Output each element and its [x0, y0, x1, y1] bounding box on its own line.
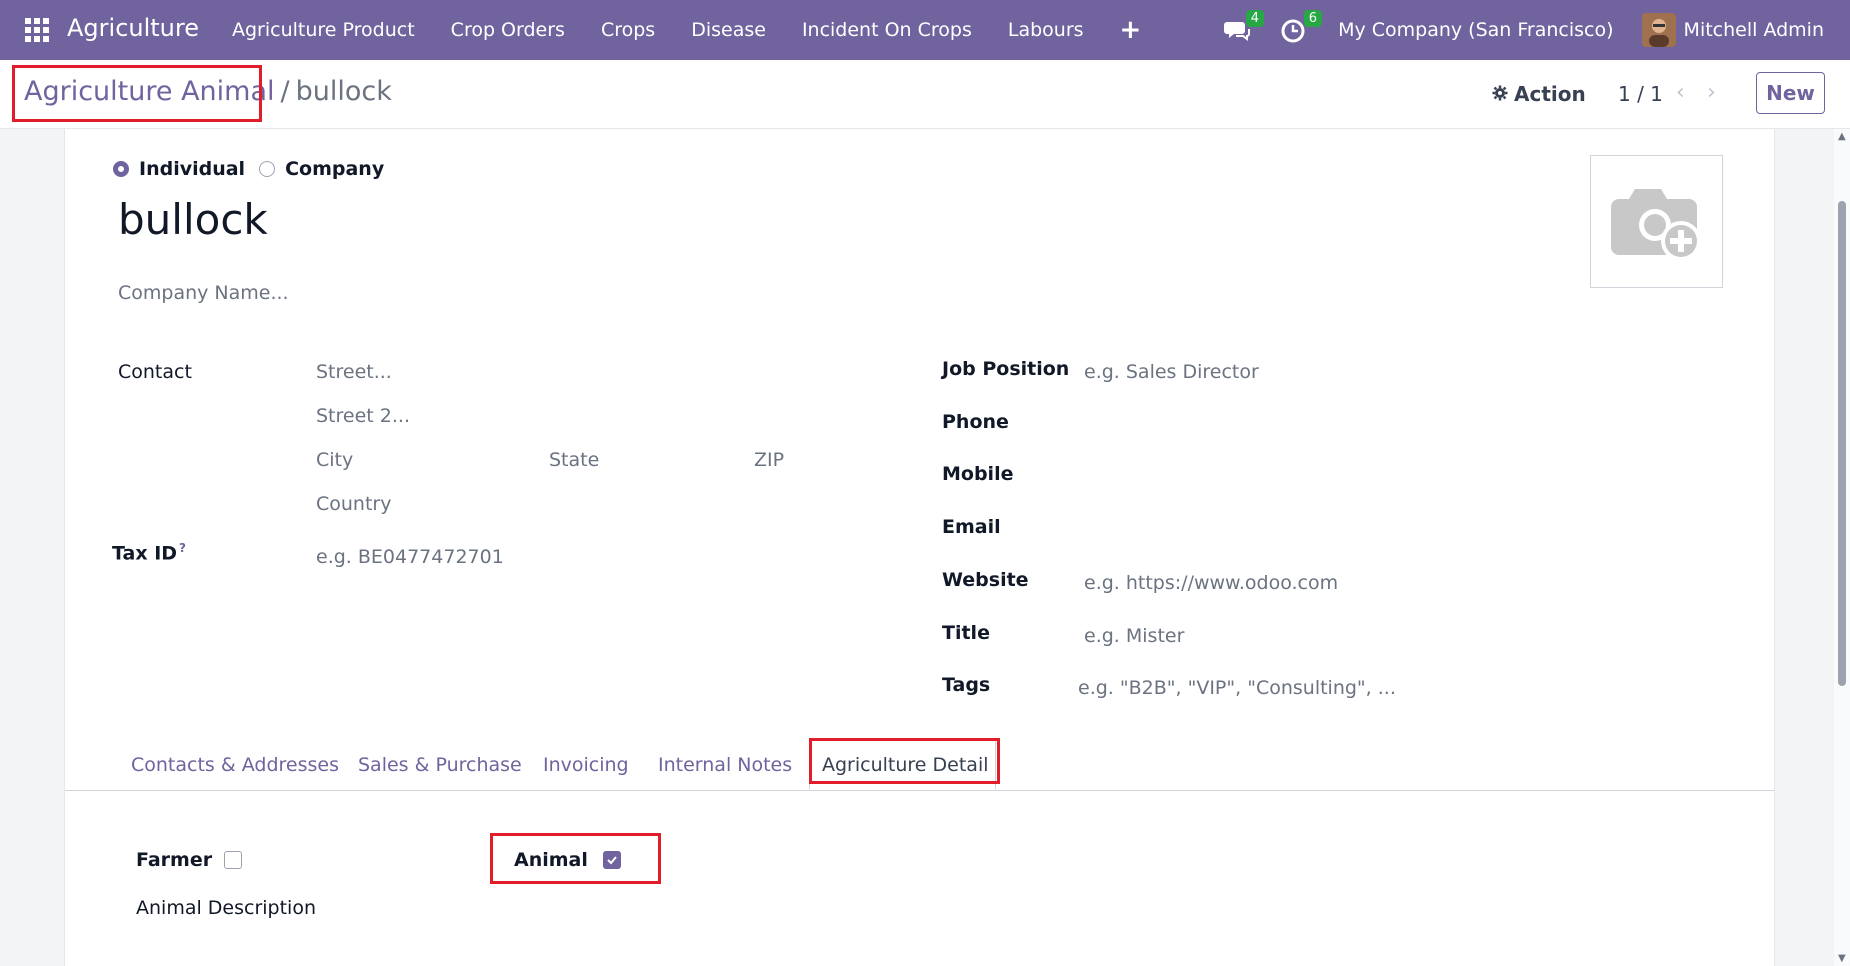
new-button[interactable]: New: [1756, 72, 1825, 114]
page-scrollbar[interactable]: ▲ ▼: [1834, 129, 1850, 966]
phone-label: Phone: [942, 411, 1009, 433]
apps-menu-icon[interactable]: [25, 18, 49, 42]
breadcrumb-current: bullock: [295, 76, 392, 107]
zip-input[interactable]: ZIP: [754, 449, 784, 471]
tab-contacts-addresses[interactable]: Contacts & Addresses: [131, 740, 339, 790]
breadcrumb-separator: /: [280, 76, 290, 107]
tax-id-input[interactable]: e.g. BE0477472701: [316, 546, 504, 568]
farmer-label: Farmer: [136, 849, 213, 871]
tags-input[interactable]: e.g. "B2B", "VIP", "Consulting", ...: [1078, 677, 1396, 699]
website-label: Website: [942, 569, 1029, 591]
main-menu: Agriculture Product Crop Orders Crops Di…: [214, 0, 1159, 60]
street-input[interactable]: Street...: [316, 361, 392, 383]
email-label: Email: [942, 516, 1001, 538]
city-input[interactable]: City: [316, 449, 353, 471]
highlight-breadcrumb-box: [12, 65, 262, 122]
menu-crop-orders[interactable]: Crop Orders: [433, 19, 583, 41]
farmer-checkbox[interactable]: [224, 851, 242, 869]
tab-invoicing[interactable]: Invoicing: [543, 740, 629, 790]
company-type-radio-group: Individual Company: [113, 158, 398, 180]
job-position-label: Job Position: [942, 358, 1070, 380]
mobile-label: Mobile: [942, 463, 1014, 485]
tab-internal-notes[interactable]: Internal Notes: [658, 740, 792, 790]
radio-company[interactable]: [259, 161, 276, 177]
gear-icon: [1492, 82, 1508, 106]
user-menu[interactable]: Mitchell Admin: [1684, 19, 1824, 41]
action-menu-button[interactable]: Action: [1492, 82, 1586, 106]
animal-description-label: Animal Description: [136, 897, 316, 919]
company-switcher[interactable]: My Company (San Francisco): [1338, 19, 1613, 41]
menu-more-plus-icon[interactable]: +: [1102, 15, 1160, 45]
title-label: Title: [942, 622, 990, 644]
scroll-down-icon[interactable]: ▼: [1838, 953, 1846, 964]
app-brand[interactable]: Agriculture: [67, 14, 199, 42]
country-select[interactable]: Country: [316, 493, 391, 515]
tab-sales-purchase[interactable]: Sales & Purchase: [358, 740, 522, 790]
image-upload[interactable]: [1590, 155, 1723, 288]
street2-input[interactable]: Street 2...: [316, 405, 410, 427]
radio-company-label[interactable]: Company: [285, 158, 384, 180]
systray: 4 6 My Company (San Francisco) Mitchell …: [1222, 0, 1850, 60]
company-name-input[interactable]: Company Name...: [118, 282, 289, 304]
menu-crops[interactable]: Crops: [583, 19, 673, 41]
highlight-animal-box: [490, 833, 661, 884]
website-input[interactable]: e.g. https://www.odoo.com: [1084, 572, 1338, 594]
menu-disease[interactable]: Disease: [673, 19, 784, 41]
menu-agriculture-product[interactable]: Agriculture Product: [214, 19, 433, 41]
activities-count-badge: 6: [1303, 10, 1323, 27]
tax-id-help-icon[interactable]: ?: [179, 541, 186, 555]
menu-labours[interactable]: Labours: [990, 19, 1102, 41]
control-panel: Agriculture Animal / bullock Action 1 / 1 …: [0, 60, 1850, 129]
partner-name-input[interactable]: bullock: [118, 195, 268, 244]
menu-incident-on-crops[interactable]: Incident On Crops: [784, 19, 990, 41]
action-label: Action: [1514, 82, 1586, 106]
tags-label: Tags: [942, 674, 991, 696]
state-select[interactable]: State: [549, 449, 599, 471]
pager-next-icon[interactable]: ›: [1707, 80, 1716, 105]
job-position-input[interactable]: e.g. Sales Director: [1084, 361, 1259, 383]
radio-individual[interactable]: [113, 161, 129, 177]
tax-id-label: Tax ID?: [112, 541, 187, 565]
highlight-tab-box: [809, 738, 1000, 784]
pager-previous-icon[interactable]: ‹: [1676, 80, 1685, 105]
messages-count-badge: 4: [1245, 10, 1265, 27]
scroll-up-icon[interactable]: ▲: [1838, 131, 1846, 142]
pager-value[interactable]: 1 / 1: [1618, 82, 1663, 106]
contact-label: Contact: [118, 361, 192, 383]
form-sheet: Individual Company bullock Company Name.…: [64, 129, 1775, 966]
activities-clock-icon[interactable]: 6: [1280, 10, 1323, 44]
user-avatar[interactable]: [1641, 13, 1676, 47]
title-select[interactable]: e.g. Mister: [1084, 625, 1184, 647]
messages-icon[interactable]: 4: [1222, 10, 1265, 44]
scroll-thumb[interactable]: [1838, 201, 1846, 686]
radio-individual-label[interactable]: Individual: [139, 158, 245, 180]
top-navbar: Agriculture Agriculture Product Crop Ord…: [0, 0, 1850, 60]
camera-add-icon: [1610, 188, 1701, 261]
